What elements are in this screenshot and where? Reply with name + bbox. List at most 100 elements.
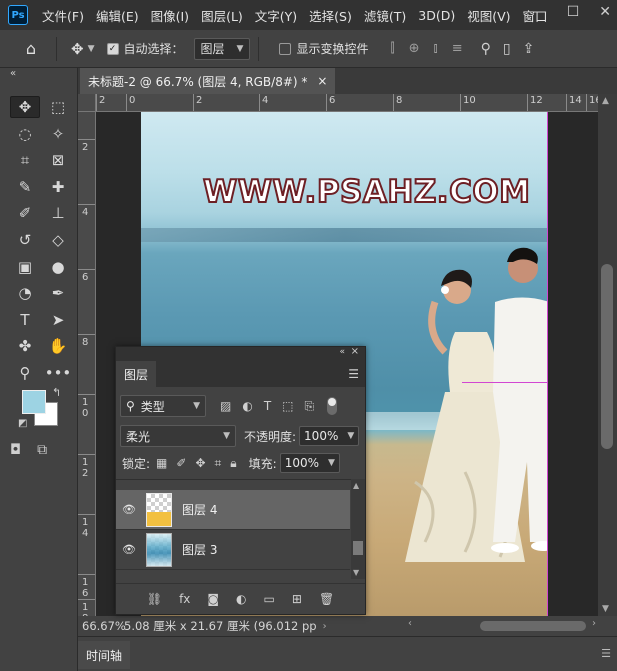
menu-3d[interactable]: 3D(D) — [418, 8, 455, 23]
eraser-tool[interactable]: ◇ — [43, 229, 73, 251]
eyedropper-tool[interactable]: ✎ — [10, 176, 40, 198]
lasso-tool[interactable]: ◌ — [10, 123, 40, 145]
history-brush-tool[interactable]: ↺ — [10, 229, 40, 251]
layer-row-layer-3[interactable]: 👁︎ 图层 3 — [116, 530, 350, 570]
zoom-level[interactable]: 66.67% — [82, 619, 126, 633]
layer-style-icon[interactable]: fx — [179, 592, 190, 606]
distribute-icon[interactable]: ≡ — [452, 41, 463, 56]
scroll-up-icon[interactable]: ▲ — [353, 481, 359, 490]
horizontal-scrollbar[interactable]: ‹ › — [408, 618, 596, 632]
link-layers-icon[interactable]: ⛓ — [147, 592, 162, 606]
more-tools[interactable]: ••• — [43, 362, 73, 384]
marquee-tool[interactable]: ⬚ — [43, 96, 73, 118]
share-icon[interactable]: ⇪ — [523, 41, 535, 57]
guide-vertical[interactable] — [547, 112, 548, 616]
eye-icon[interactable]: 👁︎ — [116, 543, 142, 556]
horizontal-scroll-thumb[interactable] — [480, 621, 586, 631]
healing-brush-tool[interactable]: ✚ — [43, 176, 73, 198]
minimize-button[interactable]: — — [533, 4, 547, 20]
adjustment-layer-icon[interactable]: ◐ — [236, 592, 246, 606]
layer-row-layer-4[interactable]: 👁︎ 图层 4 — [116, 490, 350, 530]
collapse-panel-icon[interactable]: « — [339, 347, 345, 357]
type-tool[interactable]: T — [10, 309, 40, 331]
panel-header[interactable]: « × — [116, 346, 365, 361]
guide-horizontal[interactable] — [462, 382, 548, 383]
vertical-ruler[interactable]: 2 4 6 8 1 0 1 2 1 4 1 6 1 8 — [78, 112, 96, 616]
new-group-icon[interactable]: ▭ — [264, 592, 275, 606]
scroll-right-icon[interactable]: › — [592, 618, 596, 629]
align-left-icon[interactable]: ⫿ — [390, 41, 394, 56]
delete-layer-icon[interactable]: 🗑︎ — [319, 592, 334, 606]
menu-layer[interactable]: 图层(L) — [201, 6, 243, 25]
menu-filter[interactable]: 滤镜(T) — [364, 6, 406, 25]
align-center-icon[interactable]: ⊕ — [409, 41, 420, 56]
fill-input[interactable]: 100% ▼ — [279, 453, 340, 473]
lock-position-icon[interactable]: ✥ — [195, 456, 205, 471]
filter-adjustment-icon[interactable]: ◐ — [242, 399, 252, 413]
move-tool[interactable]: ✥ — [10, 96, 40, 118]
scroll-down-icon[interactable]: ▼ — [353, 568, 359, 577]
lock-all-icon[interactable]: 🔒︎ — [230, 456, 236, 471]
ruler-origin[interactable] — [78, 94, 96, 112]
filter-kind-dropdown[interactable]: ⚲ 类型 ▼ — [120, 395, 206, 417]
pen-tool[interactable]: ✒ — [43, 282, 73, 304]
screen-mode-icon[interactable]: ⧉ — [37, 442, 47, 458]
chevron-down-icon[interactable]: ▼ — [347, 431, 354, 441]
panel-menu-icon[interactable]: ☰ — [348, 367, 359, 381]
menu-edit[interactable]: 编辑(E) — [96, 6, 139, 25]
document-tab[interactable]: 未标题-2 @ 66.7% (图层 4, RGB/8#) * × — [80, 68, 336, 94]
menu-type[interactable]: 文字(Y) — [255, 6, 297, 25]
scroll-left-icon[interactable]: ‹ — [408, 618, 412, 629]
auto-select-checkbox[interactable]: ✓ — [106, 42, 119, 55]
crop-tool[interactable]: ⌗ — [10, 149, 40, 171]
close-tab-icon[interactable]: × — [317, 74, 327, 88]
panel-menu-icon[interactable]: ☰ — [601, 647, 611, 660]
layer-scroll-thumb[interactable] — [353, 541, 363, 555]
layer-name[interactable]: 图层 3 — [182, 541, 217, 558]
filter-toggle[interactable] — [327, 397, 338, 415]
maximize-button[interactable]: ☐ — [567, 4, 580, 20]
home-icon[interactable]: ⌂ — [14, 39, 48, 58]
filter-type-icon[interactable]: T — [264, 399, 271, 413]
default-colors-icon[interactable]: ◩ — [18, 418, 27, 429]
move-tool-preset-icon[interactable]: ✥ — [71, 40, 84, 58]
foreground-color-swatch[interactable] — [22, 390, 46, 414]
scroll-down-icon[interactable]: ▼ — [602, 604, 609, 614]
vertical-scroll-thumb[interactable] — [601, 264, 613, 449]
workspace-icon[interactable]: ▯ — [503, 41, 511, 57]
new-layer-icon[interactable]: ⊞ — [292, 592, 302, 606]
chevron-down-icon[interactable]: ▼ — [328, 458, 335, 468]
layer-list-scrollbar[interactable]: ▲ ▼ — [351, 479, 365, 579]
search-icon[interactable]: ⚲ — [481, 41, 491, 57]
filter-smart-object-icon[interactable]: ⎘ — [305, 399, 315, 414]
scroll-up-icon[interactable]: ▲ — [602, 96, 609, 106]
collapse-panel-icon[interactable]: « — [10, 68, 16, 79]
gradient-tool[interactable]: ▣ — [10, 256, 40, 278]
menu-select[interactable]: 选择(S) — [309, 6, 352, 25]
quick-mask-icon[interactable]: ◘ — [10, 442, 21, 458]
frame-tool[interactable]: ⊠ — [43, 149, 73, 171]
zoom-tool[interactable]: ⚲ — [10, 362, 40, 384]
lock-artboard-icon[interactable]: ⌗ — [215, 456, 222, 471]
lock-pixels-icon[interactable]: ✐ — [176, 456, 186, 471]
close-window-button[interactable]: ✕ — [599, 4, 611, 20]
lock-transparent-icon[interactable]: ▦ — [156, 456, 167, 471]
menu-view[interactable]: 视图(V) — [467, 6, 510, 25]
auto-select-target-dropdown[interactable]: 图层 ▼ — [193, 37, 251, 60]
layer-name[interactable]: 图层 4 — [182, 501, 217, 518]
document-info[interactable]: 5.08 厘米 x 21.67 厘米 (96.012 pp — [124, 618, 317, 634]
blend-mode-dropdown[interactable]: 柔光 ▼ — [120, 425, 236, 447]
tab-layers[interactable]: 图层 — [116, 361, 157, 387]
swap-colors-icon[interactable]: ↰ — [52, 386, 61, 399]
eye-icon[interactable]: 👁︎ — [116, 503, 142, 516]
dodge-tool[interactable]: ◔ — [10, 282, 40, 304]
vertical-scrollbar[interactable]: ▲ ▼ — [598, 94, 617, 616]
clone-stamp-tool[interactable]: ⊥ — [43, 202, 73, 224]
align-right-icon[interactable]: ⫾ — [434, 41, 438, 56]
blur-tool[interactable]: ● — [43, 256, 73, 278]
show-transform-checkbox[interactable] — [279, 42, 292, 55]
chevron-down-icon[interactable]: ▼ — [88, 44, 95, 54]
opacity-input[interactable]: 100% ▼ — [299, 426, 360, 446]
menu-image[interactable]: 图像(I) — [151, 6, 189, 25]
brush-tool[interactable]: ✐ — [10, 202, 40, 224]
